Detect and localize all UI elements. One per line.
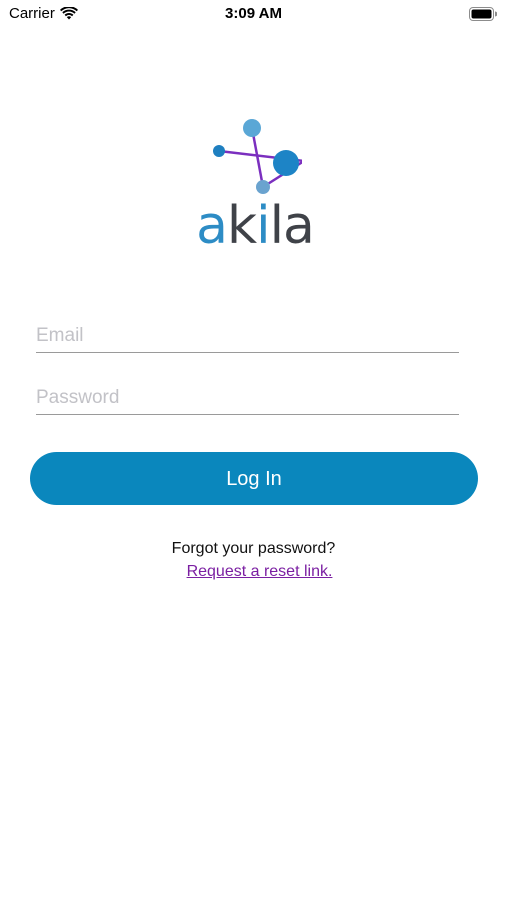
clock: 3:09 AM: [225, 5, 282, 22]
logo-letter-a: a: [196, 196, 228, 256]
logo-letter-i: i: [256, 196, 270, 256]
password-field-container: [36, 384, 459, 415]
login-button[interactable]: Log In: [30, 452, 478, 505]
email-input[interactable]: [36, 322, 459, 350]
logo-wordmark: akila: [188, 194, 322, 258]
akila-logo: akila: [188, 110, 322, 260]
logo-letters-la: la: [269, 196, 315, 256]
email-field-container: [36, 322, 459, 353]
status-bar: Carrier 3:09 AM: [0, 0, 507, 30]
molecule-logo-icon: [213, 119, 302, 194]
login-screen: Carrier 3:09 AM akila Email Log In Forgo…: [0, 0, 507, 900]
logo-letter-k: k: [226, 196, 257, 256]
reset-link[interactable]: Request a reset link.: [0, 563, 507, 581]
battery-icon: [469, 7, 497, 21]
password-input[interactable]: [36, 384, 459, 412]
forgot-password-text: Forgot your password?: [171, 540, 336, 557]
